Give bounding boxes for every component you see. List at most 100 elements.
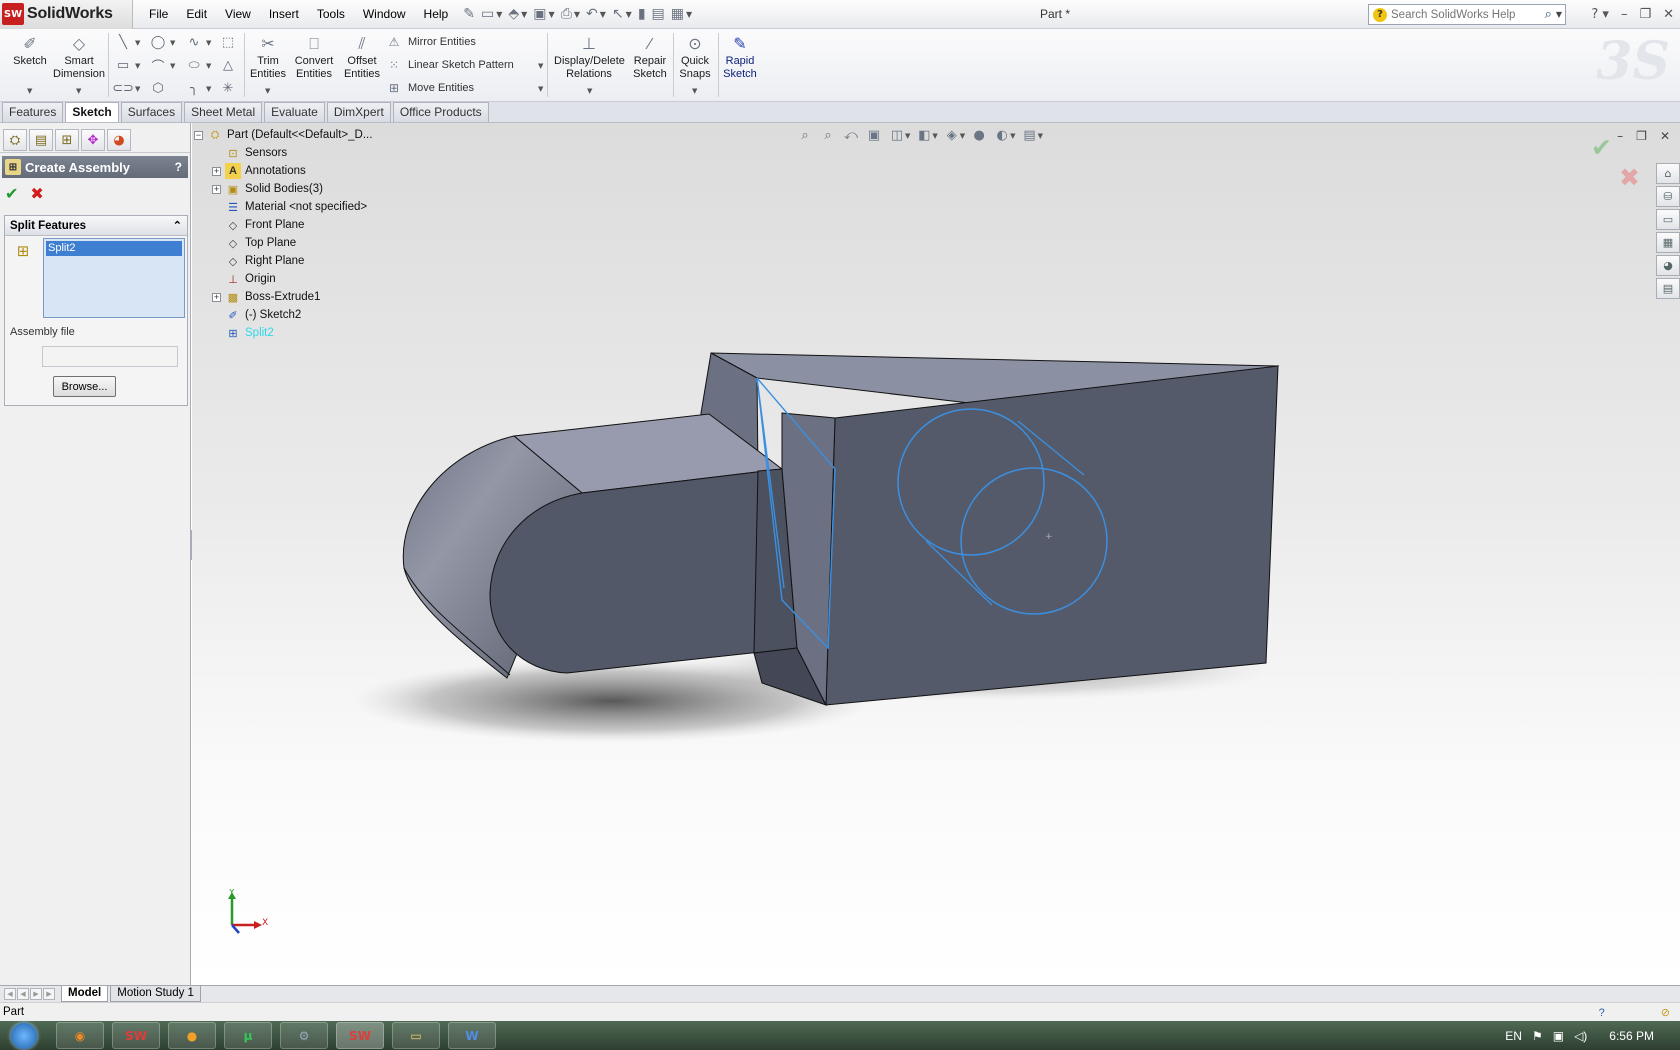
- save-icon[interactable]: ▣ ▼: [531, 4, 556, 24]
- torrent-taskbar-icon[interactable]: μ: [224, 1022, 272, 1049]
- display-style-icon[interactable]: ◧: [915, 128, 933, 143]
- open-icon[interactable]: ⬘ ▼: [506, 4, 529, 24]
- restore-button[interactable]: ❐: [1633, 7, 1657, 22]
- solidworks-resources-icon[interactable]: ⌂: [1656, 163, 1680, 184]
- tree-node-sketch2[interactable]: ✐ (-) Sketch2: [194, 306, 372, 324]
- model-canvas[interactable]: +: [192, 123, 1680, 986]
- tab-dimxpert[interactable]: DimXpert: [326, 102, 391, 122]
- language-indicator[interactable]: EN: [1505, 1029, 1522, 1043]
- sketch-dropdown-icon[interactable]: ▼: [27, 87, 32, 95]
- cancel-button[interactable]: ✖: [30, 184, 43, 204]
- solidworks-active-taskbar-icon[interactable]: SW: [336, 1022, 384, 1049]
- fillet-icon[interactable]: ╮: [186, 80, 202, 96]
- zoom-to-area-icon[interactable]: ⌕: [819, 128, 837, 143]
- minimize-button[interactable]: –: [1615, 7, 1634, 22]
- browse-button[interactable]: Browse...: [53, 376, 116, 397]
- hide-show-items-icon[interactable]: ◈: [943, 128, 961, 143]
- expand-icon[interactable]: +: [212, 166, 221, 176]
- offset-entities-button[interactable]: ⫽ Offset Entities: [340, 34, 384, 81]
- expand-icon[interactable]: +: [212, 184, 221, 194]
- pattern-dropdown-icon[interactable]: ▼: [538, 62, 543, 70]
- view-settings-icon[interactable]: ▤: [1021, 128, 1039, 143]
- tree-node-annotations[interactable]: + A Annotations: [194, 162, 372, 180]
- volume-icon[interactable]: ◁): [1574, 1029, 1587, 1043]
- file-explorer-icon[interactable]: ▭: [1656, 209, 1680, 230]
- display-delete-relations-button[interactable]: ⊥ Display/Delete Relations: [554, 34, 625, 81]
- tree-node-solid-bodies[interactable]: + ▣ Solid Bodies(3): [194, 180, 372, 198]
- trim-dropdown-icon[interactable]: ▼: [265, 87, 270, 95]
- tab-surfaces[interactable]: Surfaces: [120, 102, 183, 122]
- last-tab-icon[interactable]: ▶: [43, 988, 55, 1000]
- options-icon[interactable]: ▦ ▼: [669, 4, 694, 24]
- assembly-file-field[interactable]: [42, 346, 178, 367]
- spline-icon[interactable]: ∿: [186, 34, 202, 50]
- smart-dimension-button[interactable]: ◇ Smart Dimension: [53, 34, 105, 81]
- pin-icon[interactable]: ✎: [461, 4, 477, 24]
- viewport-restore-button[interactable]: ❐: [1636, 129, 1647, 143]
- tree-node-sensors[interactable]: ⊡ Sensors: [194, 144, 372, 162]
- move-dropdown-icon[interactable]: ▼: [538, 85, 543, 93]
- tab-evaluate[interactable]: Evaluate: [264, 102, 325, 122]
- spline-dropdown-icon[interactable]: ▼: [206, 39, 211, 47]
- quick-snaps-button[interactable]: ⊙ Quick Snaps: [677, 34, 713, 81]
- custom-properties-icon[interactable]: ▤: [1656, 278, 1680, 299]
- display-manager-tab-icon[interactable]: ◕: [107, 129, 131, 151]
- start-button[interactable]: [0, 1021, 48, 1050]
- repair-sketch-button[interactable]: ⁄ Repair Sketch: [632, 34, 668, 81]
- ellipse-icon[interactable]: ⬭: [186, 57, 202, 73]
- mirror-entities-button[interactable]: ⚠ Mirror Entities: [386, 35, 476, 49]
- appearances-icon[interactable]: ◕: [1656, 255, 1680, 276]
- tab-sketch[interactable]: Sketch: [65, 102, 119, 122]
- menu-edit[interactable]: Edit: [177, 0, 216, 29]
- tab-sheet-metal[interactable]: Sheet Metal: [184, 102, 263, 122]
- prev-tab-icon[interactable]: ◀: [17, 988, 29, 1000]
- relations-dropdown-icon[interactable]: ▼: [587, 87, 592, 95]
- select-icon[interactable]: ↖ ▼: [610, 4, 634, 24]
- dimension-dropdown-icon[interactable]: ▼: [76, 87, 81, 95]
- ok-button[interactable]: ✔: [5, 184, 18, 204]
- undo-icon[interactable]: ↶ ▼: [584, 4, 608, 24]
- sketch-button[interactable]: ✐ Sketch: [10, 34, 50, 68]
- previous-view-icon[interactable]: ⤺: [842, 128, 860, 143]
- rectangle-dropdown-icon[interactable]: ▼: [135, 62, 140, 70]
- menu-window[interactable]: Window: [354, 0, 415, 29]
- section-view-icon[interactable]: ▣: [865, 128, 883, 143]
- flag-icon[interactable]: ⚑: [1532, 1029, 1543, 1043]
- expand-icon[interactable]: +: [212, 292, 221, 302]
- print-icon[interactable]: ⎙ ▼: [559, 4, 582, 24]
- tree-node-front-plane[interactable]: ◇ Front Plane: [194, 216, 372, 234]
- next-tab-icon[interactable]: ▶: [30, 988, 42, 1000]
- circle-icon[interactable]: ◯: [150, 34, 166, 50]
- viewport-minimize-button[interactable]: –: [1617, 129, 1623, 143]
- search-input[interactable]: [1391, 8, 1541, 21]
- edit-appearance-icon[interactable]: ●: [970, 128, 988, 143]
- convert-entities-button[interactable]: ⎕ Convert Entities: [292, 34, 336, 81]
- slot-icon[interactable]: ⊂⊃: [112, 80, 134, 96]
- collapse-icon[interactable]: −: [194, 130, 203, 140]
- tree-node-right-plane[interactable]: ◇ Right Plane: [194, 252, 372, 270]
- tree-node-origin[interactable]: ⊥ Origin: [194, 270, 372, 288]
- confirmation-corner-cancel-icon[interactable]: ✖: [1619, 163, 1640, 192]
- settings-taskbar-icon[interactable]: ⚙: [280, 1022, 328, 1049]
- arc-dropdown-icon[interactable]: ▼: [170, 62, 175, 70]
- confirmation-corner-ok-icon[interactable]: ✔: [1591, 133, 1612, 162]
- rapid-sketch-button[interactable]: ✎ Rapid Sketch: [722, 34, 758, 81]
- arc-icon[interactable]: ⌒: [150, 57, 166, 75]
- menu-help[interactable]: Help: [415, 0, 458, 29]
- polygon-icon[interactable]: ⬡: [150, 80, 166, 96]
- point-icon[interactable]: ✳: [220, 80, 236, 96]
- menu-view[interactable]: View: [216, 0, 260, 29]
- close-button[interactable]: ✕: [1657, 7, 1680, 22]
- tab-features[interactable]: Features: [2, 102, 64, 122]
- help-icon[interactable]: ? ▾: [1585, 7, 1615, 22]
- graphics-area[interactable]: + ⌕ ⌕ ⤺ ▣ ◫ ▼ ◧ ▼ ◈ ▼ ● ◐ ▼ ▤ ▼ – ❐ ✕ ✔ ✖ ⌂ ⛁…: [192, 123, 1680, 986]
- dimxpert-manager-tab-icon[interactable]: ✥: [81, 129, 105, 151]
- zoom-to-fit-icon[interactable]: ⌕: [796, 128, 814, 143]
- network-icon[interactable]: ▣: [1553, 1029, 1564, 1043]
- tree-node-part[interactable]: − ⛭ Part (Default<<Default>_D...: [194, 126, 372, 144]
- viewport-close-button[interactable]: ✕: [1660, 129, 1670, 143]
- word-taskbar-icon[interactable]: W: [448, 1022, 496, 1049]
- tree-node-material[interactable]: ☰ Material <not specified>: [194, 198, 372, 216]
- rectangle-icon[interactable]: ▭: [115, 57, 131, 73]
- apply-scene-icon[interactable]: ◐: [993, 128, 1011, 143]
